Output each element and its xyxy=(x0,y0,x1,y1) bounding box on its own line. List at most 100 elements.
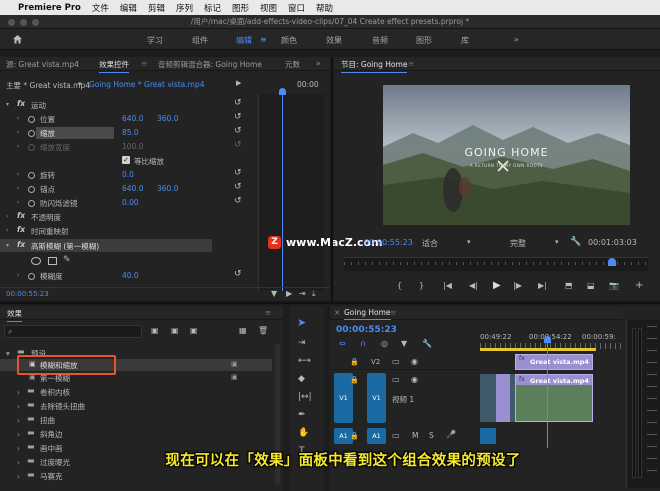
work-area-bar[interactable] xyxy=(480,348,596,351)
wrench-icon[interactable]: 🔧 xyxy=(570,237,581,247)
expand-icon[interactable]: › xyxy=(17,115,19,122)
reset-icon[interactable]: ↺ xyxy=(234,182,242,192)
ellipse-mask-icon[interactable] xyxy=(31,257,41,265)
expand-icon[interactable]: › xyxy=(6,227,8,234)
ripple-edit-tool-icon[interactable]: ⟷ xyxy=(298,356,311,366)
workspace-tab-editing[interactable]: 编辑 xyxy=(236,35,252,46)
eye-icon[interactable]: ◉ xyxy=(411,357,418,366)
effects-search-input[interactable]: ⌕ xyxy=(4,325,142,338)
transition-block[interactable] xyxy=(496,374,510,422)
position-x[interactable]: 640.0 xyxy=(122,114,143,123)
timeline-playhead[interactable] xyxy=(547,338,548,448)
expand-icon[interactable]: ▾ xyxy=(6,349,10,358)
hand-tool-icon[interactable]: ✋ xyxy=(298,428,309,438)
preset-convolution[interactable]: 卷积内核 xyxy=(40,387,70,398)
expand-icon[interactable]: › xyxy=(17,402,20,411)
slip-tool-icon[interactable]: |↔| xyxy=(298,392,312,402)
delete-icon[interactable]: 🗑 xyxy=(258,326,268,335)
audio-clip[interactable] xyxy=(480,428,496,444)
menu-clip[interactable]: 剪辑 xyxy=(148,2,165,14)
timeline-timecode[interactable]: 00:00:55:23 xyxy=(336,325,397,335)
clip-v1[interactable]: fx Great vista.mp4 xyxy=(515,374,593,422)
mini-timeline[interactable] xyxy=(258,88,324,291)
dropdown-icon[interactable]: ▾ xyxy=(467,238,471,246)
mark-out-icon[interactable]: } xyxy=(419,281,424,290)
position-y[interactable]: 360.0 xyxy=(157,114,178,123)
pen-tool-icon[interactable]: ✒ xyxy=(298,410,306,420)
timeline-playhead-handle[interactable] xyxy=(544,336,551,343)
tab-effect-controls[interactable]: 效果控件 xyxy=(99,59,129,73)
menu-view[interactable]: 视图 xyxy=(260,2,277,14)
panel-menu-icon[interactable]: ≡ xyxy=(390,308,396,317)
effect-controls-timecode[interactable]: 00:00:55:23 xyxy=(6,290,49,298)
panel-menu-icon[interactable]: ≡ xyxy=(408,59,414,68)
nest-icon[interactable]: ⇔ xyxy=(339,339,346,348)
sync-lock-icon[interactable]: ▭ xyxy=(392,375,400,384)
expand-icon[interactable]: › xyxy=(17,416,20,425)
track-target-v1[interactable]: V1 xyxy=(367,373,386,423)
program-title[interactable]: 节目: Going Home xyxy=(341,59,408,73)
tab-source[interactable]: 源: Great vista.mp4 xyxy=(6,59,79,70)
effects-panel-title[interactable]: 效果 xyxy=(7,308,22,322)
mini-playhead-handle[interactable] xyxy=(279,88,286,95)
sequence-tab[interactable]: Going Home xyxy=(344,308,391,320)
stopwatch-icon[interactable] xyxy=(28,130,35,137)
expand-icon[interactable]: › xyxy=(17,272,19,279)
panel-menu-icon[interactable]: ≡ xyxy=(265,308,271,317)
quality-dropdown[interactable]: 完整 xyxy=(510,238,526,249)
program-scrubber[interactable] xyxy=(344,257,648,271)
stopwatch-icon[interactable] xyxy=(28,200,35,207)
fx-icon[interactable]: fx xyxy=(17,99,25,108)
fx-icon[interactable]: fx xyxy=(17,211,25,220)
play-icon[interactable]: ▶ xyxy=(493,280,501,291)
more-workspaces-icon[interactable]: » xyxy=(514,35,519,44)
mini-playhead[interactable] xyxy=(282,94,283,291)
program-video-frame[interactable]: GOING HOME A RETURN TO MY OWN ROOTS xyxy=(383,85,630,225)
filter-icon[interactable]: ▼ xyxy=(271,289,277,298)
lock-icon[interactable]: 🔒 xyxy=(350,432,359,440)
effect-opacity[interactable]: 不透明度 xyxy=(31,212,61,223)
preset-first-blur[interactable]: 第一模糊 xyxy=(40,373,70,384)
clip-v2[interactable]: fx Great vista.mp4 xyxy=(515,354,593,370)
snap-icon[interactable]: ∩ xyxy=(360,339,366,348)
expand-icon[interactable]: › xyxy=(17,444,20,453)
fx-icon[interactable]: fx xyxy=(17,225,25,234)
scale-value[interactable]: 85.0 xyxy=(122,128,139,137)
dropdown-icon[interactable]: ▾ xyxy=(78,80,82,88)
program-timecode[interactable]: 00:00:55:23 xyxy=(364,238,413,247)
expand-icon[interactable]: › xyxy=(17,199,19,206)
workspace-tab-color[interactable]: 颜色 xyxy=(281,35,297,46)
overwrite-icon[interactable]: ⬓ xyxy=(587,281,595,290)
new-folder-icon[interactable]: ▦ xyxy=(239,326,247,335)
play-only-icon[interactable]: ▶ xyxy=(236,79,241,87)
anti-flicker-value[interactable]: 0.00 xyxy=(122,198,139,207)
rotation-value[interactable]: 0.0 xyxy=(122,170,134,179)
home-icon[interactable] xyxy=(12,34,23,44)
stopwatch-icon[interactable] xyxy=(28,116,35,123)
timeline-settings-icon[interactable]: 🔧 xyxy=(422,339,432,348)
menu-window[interactable]: 窗口 xyxy=(288,2,305,14)
go-to-out-icon[interactable]: ▶| xyxy=(538,281,547,290)
go-to-in-icon[interactable]: |◀ xyxy=(443,281,452,290)
close-sequence-icon[interactable]: × xyxy=(334,308,340,317)
track-select-tool-icon[interactable]: ⇥ xyxy=(298,338,306,348)
expand-icon[interactable]: › xyxy=(17,388,20,397)
sync-lock-icon[interactable]: ▭ xyxy=(392,431,400,440)
reset-icon[interactable]: ↺ xyxy=(234,168,242,178)
insert-icon[interactable]: ⬒ xyxy=(565,281,573,290)
workspace-tab-assembly[interactable]: 组件 xyxy=(192,35,208,46)
rectangle-mask-icon[interactable] xyxy=(48,257,57,265)
fx-icon[interactable]: fx xyxy=(17,240,25,249)
lock-icon[interactable]: 🔒 xyxy=(350,358,359,366)
expand-icon[interactable]: › xyxy=(17,472,20,481)
tab-audio-clip-mixer[interactable]: 音频剪辑混合器: Going Home xyxy=(158,59,262,70)
vertical-divider[interactable] xyxy=(331,57,333,302)
horizontal-divider[interactable] xyxy=(0,302,660,304)
preset-bevel-edges[interactable]: 斜角边 xyxy=(40,429,63,440)
preset-solarize[interactable]: 过度曝光 xyxy=(40,457,70,468)
effect-time-remap[interactable]: 时间重映射 xyxy=(31,226,69,237)
zoom-window-button[interactable] xyxy=(32,19,39,26)
expand-icon[interactable]: › xyxy=(17,171,19,178)
play-icon[interactable]: ▶ xyxy=(286,289,292,298)
lock-icon[interactable]: 🔒 xyxy=(350,376,359,384)
